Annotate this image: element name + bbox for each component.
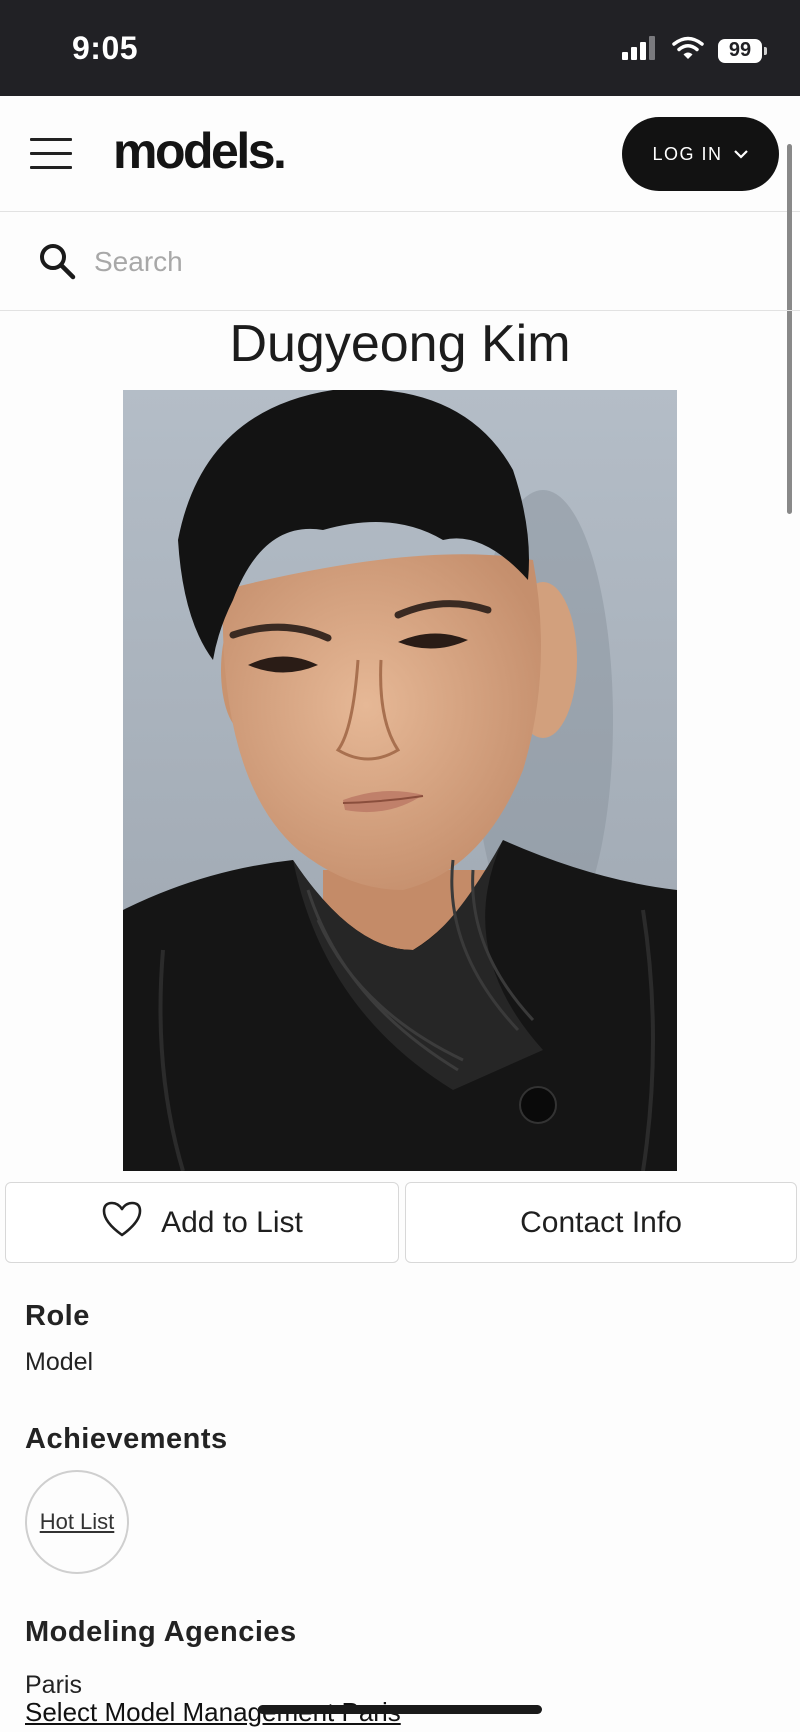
role-heading: Role — [25, 1300, 90, 1332]
hot-list-badge[interactable]: Hot List — [25, 1470, 129, 1574]
agency-city: Paris — [25, 1671, 82, 1699]
search-bar — [0, 212, 800, 311]
contact-info-label: Contact Info — [520, 1205, 682, 1239]
role-value: Model — [25, 1348, 94, 1376]
signal-icon — [622, 36, 658, 65]
site-header: models. LOG IN — [0, 96, 800, 212]
status-time: 9:05 — [72, 30, 139, 66]
search-icon[interactable] — [38, 242, 78, 287]
hamburger-menu-icon[interactable] — [30, 138, 72, 170]
model-name: Dugyeong Kim — [229, 315, 571, 373]
add-to-list-button[interactable]: Add to List — [5, 1182, 399, 1263]
add-to-list-label: Add to List — [161, 1205, 303, 1239]
contact-info-button[interactable]: Contact Info — [405, 1182, 797, 1263]
status-bar: 9:05 99 — [0, 0, 800, 96]
agencies-heading: Modeling Agencies — [25, 1616, 297, 1648]
login-label: LOG IN — [652, 143, 723, 164]
home-indicator — [258, 1705, 542, 1714]
status-icons: 99 — [622, 36, 767, 65]
model-portrait — [123, 390, 677, 1171]
chevron-down-icon — [733, 144, 749, 165]
wifi-icon — [672, 36, 704, 65]
search-input[interactable] — [92, 236, 746, 288]
achievements-heading: Achievements — [25, 1423, 228, 1455]
action-buttons: Add to List Contact Info — [5, 1182, 797, 1263]
battery-icon: 99 — [718, 38, 767, 63]
login-button[interactable]: LOG IN — [622, 117, 779, 191]
heart-icon — [101, 1200, 143, 1246]
site-logo[interactable]: models. — [113, 122, 287, 180]
